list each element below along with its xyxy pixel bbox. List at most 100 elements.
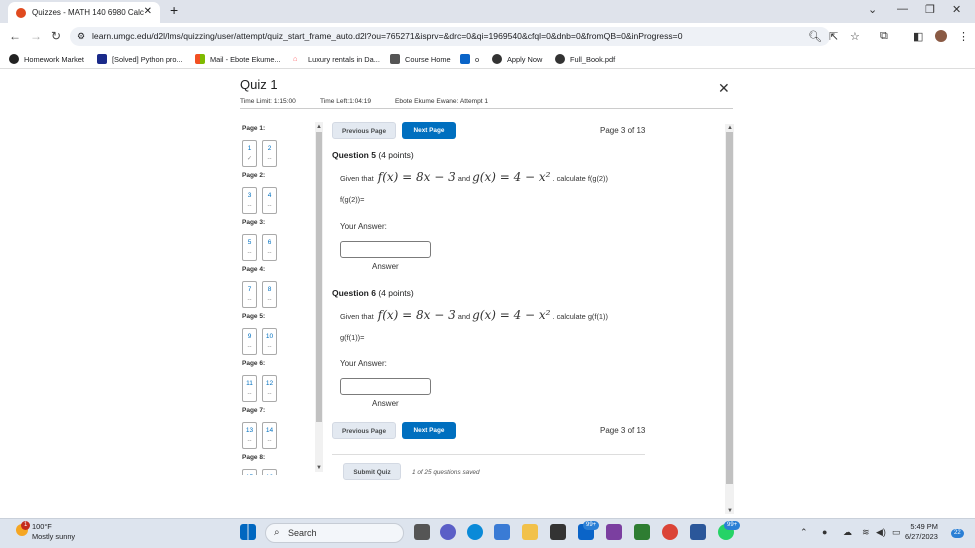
and-text: and xyxy=(457,174,471,183)
volume-icon[interactable]: ◀) xyxy=(876,527,886,538)
bookmark-course-home[interactable]: Course Home xyxy=(390,54,451,64)
bookmark-star-icon[interactable]: ☆ xyxy=(850,30,860,43)
mail-badge: 99+ xyxy=(583,521,600,530)
url-bar[interactable]: ⚙ learn.umgc.edu/d2l/lms/quizzing/user/a… xyxy=(70,27,830,46)
question-nav-1[interactable]: 1 ✓ xyxy=(242,140,257,167)
outlook-icon xyxy=(460,54,470,64)
next-page-button-bottom[interactable]: Next Page xyxy=(402,422,456,439)
word-icon[interactable] xyxy=(690,524,706,540)
question-nav-10[interactable]: 10 -- xyxy=(262,328,277,355)
weather-temp: 100°F xyxy=(32,522,52,531)
notification-badge[interactable]: 22 xyxy=(951,529,964,538)
and-text: and xyxy=(457,312,471,321)
next-page-button[interactable]: Next Page xyxy=(402,122,456,139)
sidebar-scrollbar[interactable] xyxy=(315,122,323,472)
scrollbar-thumb[interactable] xyxy=(316,132,322,422)
battery-icon[interactable]: ▭ xyxy=(892,527,901,538)
scrollbar-thumb[interactable] xyxy=(726,132,733,484)
question-nav-14[interactable]: 14 -- xyxy=(262,422,277,449)
scroll-down-icon[interactable]: ▼ xyxy=(316,465,322,471)
new-tab-button[interactable]: + xyxy=(170,2,178,18)
quiz-close-icon[interactable]: ✕ xyxy=(718,80,730,97)
share-icon[interactable]: ⇱ xyxy=(829,30,838,43)
tray-chevron-icon[interactable]: ⌃ xyxy=(800,527,808,538)
question-nav-6[interactable]: 6 -- xyxy=(262,234,277,261)
answer-label: Answer xyxy=(372,262,399,271)
question-nav-3[interactable]: 3 -- xyxy=(242,187,257,214)
clock[interactable]: 5:49 PM 6/27/2023 xyxy=(905,522,938,542)
question-nav-8[interactable]: 8 -- xyxy=(262,281,277,308)
question-nav-13[interactable]: 13 -- xyxy=(242,422,257,449)
app-icon[interactable] xyxy=(634,524,650,540)
question-title: Question 5 (4 points) xyxy=(332,150,414,160)
forward-arrow-icon[interactable]: → xyxy=(30,29,42,43)
page-label: Page 7: xyxy=(242,407,266,414)
airbnb-icon: ⌂ xyxy=(293,54,298,63)
url-text: learn.umgc.edu/d2l/lms/quizzing/user/att… xyxy=(92,31,683,41)
scroll-up-icon[interactable]: ▲ xyxy=(316,124,322,130)
answer-input[interactable] xyxy=(340,378,431,395)
question-nav-15[interactable]: 15-- xyxy=(242,469,257,475)
sidepanel-icon[interactable]: ◧ xyxy=(913,30,923,43)
site-favicon-icon xyxy=(16,7,26,18)
edge-icon[interactable] xyxy=(467,524,483,540)
scroll-down-icon[interactable]: ▼ xyxy=(727,508,733,514)
clock-time: 5:49 PM xyxy=(910,522,938,531)
whatsapp-badge: 99+ xyxy=(724,521,741,530)
windows-start-icon[interactable] xyxy=(240,524,256,540)
store-icon[interactable] xyxy=(550,524,566,540)
question-nav-11[interactable]: 11 -- xyxy=(242,375,257,402)
tab-close-icon[interactable]: ✕ xyxy=(144,6,152,17)
bookmarks-bar: Homework Market [Solved] Python pro... M… xyxy=(0,49,975,69)
mcafee-icon[interactable] xyxy=(494,524,510,540)
expression-label: f(g(2))= xyxy=(340,195,365,204)
bookmark-outlook[interactable]: o xyxy=(460,54,479,64)
teams-icon[interactable] xyxy=(440,524,456,540)
tray-app-icon[interactable]: ● xyxy=(822,527,827,537)
question-nav-9[interactable]: 9 -- xyxy=(242,328,257,355)
reload-icon[interactable]: ↻ xyxy=(51,29,61,43)
tab-search-chevron-icon[interactable]: ⌄ xyxy=(868,3,877,16)
bookmark-luxury-rentals[interactable]: ⌂ Luxury rentals in Da... xyxy=(293,54,380,64)
file-explorer-icon[interactable] xyxy=(522,524,538,540)
question-nav-16[interactable]: 16-- xyxy=(262,469,277,475)
globe-icon xyxy=(555,54,565,64)
taskbar-search[interactable]: ⌕ Search xyxy=(265,523,404,543)
previous-page-button-bottom[interactable]: Previous Page xyxy=(332,422,396,439)
window-close-icon[interactable]: ✕ xyxy=(952,3,961,16)
bookmark-full-book[interactable]: Full_Book.pdf xyxy=(555,54,615,64)
scroll-up-icon[interactable]: ▲ xyxy=(727,125,733,131)
bookmark-mail[interactable]: Mail - Ebote Ekume... xyxy=(195,54,281,64)
weather-desc: Mostly sunny xyxy=(32,532,76,541)
question-points: (4 points) xyxy=(378,288,414,298)
question-nav-12[interactable]: 12 -- xyxy=(262,375,277,402)
app-icon[interactable] xyxy=(606,524,622,540)
question-nav-5[interactable]: 5 -- xyxy=(242,234,257,261)
question-nav-4[interactable]: 4 -- xyxy=(262,187,277,214)
clock-date: 6/27/2023 xyxy=(905,532,938,541)
browser-tab[interactable]: Quizzes - MATH 140 6980 Calc ✕ xyxy=(8,2,160,23)
previous-page-button[interactable]: Previous Page xyxy=(332,122,396,139)
tab-strip: Quizzes - MATH 140 6980 Calc ✕ + ⌄ — ❐ ✕ xyxy=(0,0,975,23)
maximize-icon[interactable]: ❐ xyxy=(925,3,935,16)
bookmark-homework-market[interactable]: Homework Market xyxy=(9,54,84,64)
page-scrollbar[interactable] xyxy=(725,124,734,514)
wifi-icon[interactable]: ≋ xyxy=(862,527,870,538)
answer-input[interactable] xyxy=(340,241,431,258)
site-info-icon[interactable]: ⚙ xyxy=(77,27,85,46)
task-view-icon[interactable] xyxy=(414,524,430,540)
question-nav-2[interactable]: 2 -- xyxy=(262,140,277,167)
submit-quiz-button[interactable]: Submit Quiz xyxy=(343,463,401,480)
cloud-icon[interactable]: ☁ xyxy=(843,527,852,538)
back-arrow-icon[interactable]: ← xyxy=(9,29,21,43)
bookmark-apply-now[interactable]: Apply Now xyxy=(492,54,542,64)
zoom-search-icon[interactable]: 🔍︎ xyxy=(808,30,822,43)
profile-avatar[interactable] xyxy=(935,30,947,42)
chrome-icon[interactable] xyxy=(662,524,678,540)
minimize-icon[interactable]: — xyxy=(897,3,908,15)
menu-kebab-icon[interactable]: ⋮ xyxy=(958,30,969,43)
question-nav-7[interactable]: 7 -- xyxy=(242,281,257,308)
bookmark-python[interactable]: [Solved] Python pro... xyxy=(97,54,183,64)
extensions-icon[interactable]: ⧉ xyxy=(880,30,888,43)
page-label: Page 6: xyxy=(242,360,266,367)
